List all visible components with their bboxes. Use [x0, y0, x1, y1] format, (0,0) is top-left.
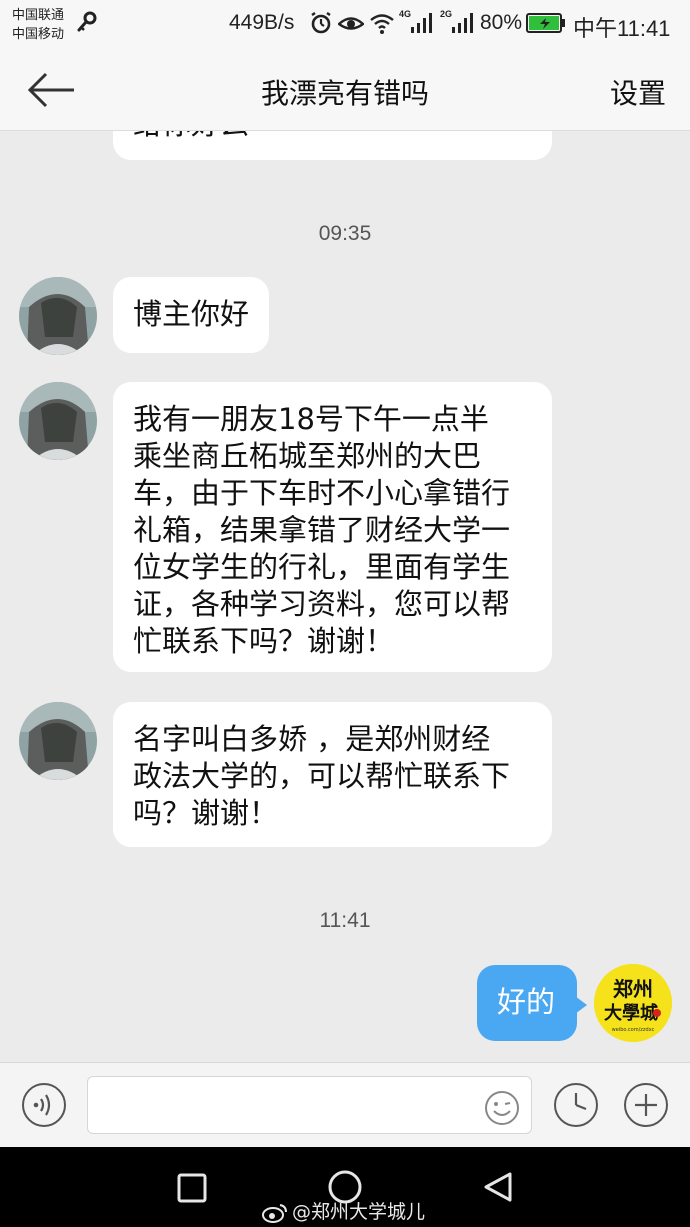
message-line: 乘坐商丘柘城至郑州的大巴	[133, 439, 482, 473]
timestamp: 09:35	[318, 222, 372, 245]
voice-button[interactable]	[21, 1082, 67, 1132]
net-speed: 449B/s	[229, 11, 295, 34]
emoji-button[interactable]	[484, 1090, 520, 1130]
emoji-icon	[485, 1091, 519, 1125]
settings-button[interactable]: 设置	[610, 72, 666, 112]
add-button[interactable]	[623, 1082, 669, 1132]
contact-avatar[interactable]	[19, 382, 97, 460]
bubble-tail-icon	[575, 996, 587, 1014]
battery-icon	[526, 13, 565, 33]
partial-message-text: 给你好么	[133, 130, 249, 143]
message-input[interactable]	[87, 1076, 532, 1134]
back-arrow-icon	[27, 72, 74, 108]
message-bubble[interactable]: 我有一朋友18号下午一点半 乘坐商丘柘城至郑州的大巴 车，由于下车时不小心拿错行…	[113, 382, 552, 672]
my-avatar-line1: 郑州	[613, 977, 653, 1001]
message-line: 吗？谢谢！	[133, 796, 279, 830]
back-button[interactable]	[22, 68, 78, 112]
my-avatar-line2: 大學城	[604, 1002, 658, 1024]
chat-title: 我漂亮有错吗	[260, 77, 429, 110]
status-time: 中午11:41	[573, 16, 671, 41]
carrier-1: 中国联通	[12, 7, 65, 22]
timestamp: 11:41	[319, 909, 371, 932]
message-bubble[interactable]: 名字叫白多娇 ，是郑州财经 政法大学的，可以帮忙联系下 吗？谢谢！	[113, 702, 552, 847]
eye-icon	[338, 17, 364, 30]
battery-percent: 80%	[480, 11, 523, 34]
carrier-2: 中国移动	[12, 26, 65, 41]
back-nav-button[interactable]	[482, 1171, 514, 1207]
chat-header: 我漂亮有错吗 设置	[0, 50, 690, 131]
clock-icon	[554, 1083, 598, 1127]
outgoing-message-text: 好的	[497, 985, 556, 1019]
alarm-icon	[311, 12, 331, 34]
signal-icon-1	[411, 13, 432, 33]
watermark-text: @郑州大学城儿	[292, 1201, 426, 1223]
input-bar	[0, 1062, 690, 1148]
contact-avatar[interactable]	[19, 277, 97, 355]
wifi-icon	[370, 14, 394, 34]
key-icon	[77, 11, 97, 32]
message-line: 位女学生的行礼，里面有学生	[133, 550, 511, 584]
voice-icon	[22, 1083, 66, 1127]
weibo-icon	[262, 1203, 287, 1223]
message-line: 我有一朋友18号下午一点半	[133, 402, 489, 436]
signal-icon-2	[452, 13, 473, 33]
message-list[interactable]: 给你好么 09:35 博主你好 我有一朋友18号下午一点半 乘坐商丘柘城至郑州的…	[0, 130, 690, 1062]
carrier-info: 中国联通 中国移动	[12, 5, 64, 43]
my-avatar-small: weibo.com/zzdxc	[612, 1027, 655, 1033]
message-text: 博主你好	[133, 297, 250, 331]
status-bar: 中国联通 中国移动 449B/s 4G 2G 80% 中午11:41	[0, 0, 690, 50]
outgoing-message-bubble[interactable]: 好的	[477, 965, 577, 1041]
square-icon	[177, 1173, 207, 1203]
message-line: 忙联系下吗？谢谢！	[133, 624, 395, 658]
message-line: 政法大学的，可以帮忙联系下	[133, 759, 511, 793]
my-avatar[interactable]: 郑州 大學城 weibo.com/zzdxc	[594, 964, 672, 1042]
triangle-back-icon	[484, 1172, 512, 1202]
message-line: 名字叫白多娇 ，是郑州财经	[133, 722, 491, 756]
contact-avatar[interactable]	[19, 702, 97, 780]
history-button[interactable]	[553, 1082, 599, 1132]
message-line: 礼箱，结果拿错了财经大学一	[133, 513, 511, 547]
message-line: 车，由于下车时不小心拿错行	[133, 476, 511, 510]
plus-icon	[624, 1083, 668, 1127]
recents-button[interactable]	[177, 1173, 207, 1207]
watermark: @郑州大学城儿	[262, 1197, 425, 1224]
message-bubble-partial: 给你好么	[113, 130, 552, 160]
message-line: 证，各种学习资料，您可以帮	[133, 587, 511, 621]
message-bubble[interactable]: 博主你好	[113, 277, 270, 353]
